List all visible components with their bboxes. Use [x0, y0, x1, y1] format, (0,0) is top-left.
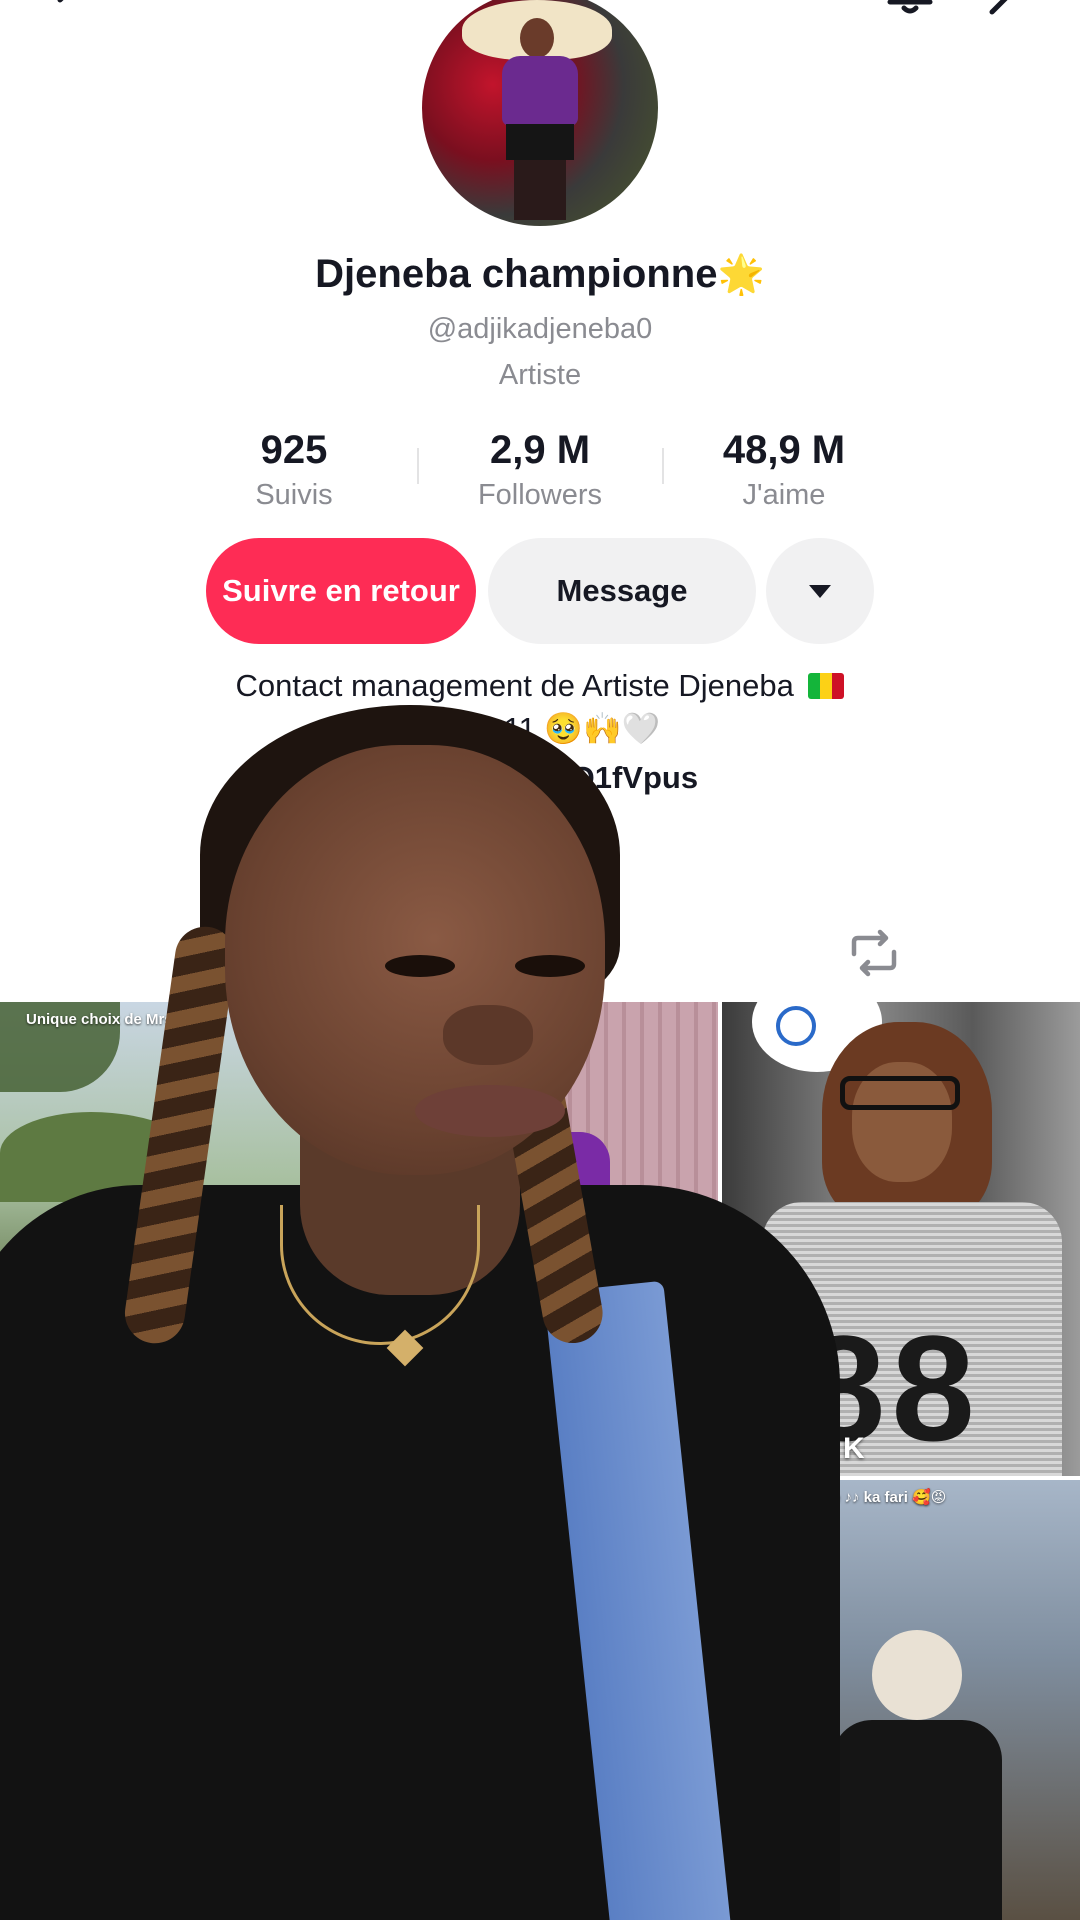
avatar-face [520, 18, 554, 58]
stat-followers[interactable]: 2,9 M Followers [430, 428, 650, 512]
message-button[interactable]: Message [488, 538, 756, 644]
followers-count: 2,9 M [489, 428, 591, 472]
avatar[interactable] [422, 0, 658, 226]
following-label: Suivis [255, 479, 333, 511]
stat-divider [417, 448, 419, 484]
follow-back-button[interactable]: Suivre en retour [206, 538, 476, 644]
mali-flag-icon [808, 673, 845, 699]
avatar-legs [514, 160, 566, 220]
likes-count: 48,9 M [722, 428, 846, 472]
display-name: Djeneba championne🌟 [0, 252, 1080, 297]
stat-likes[interactable]: 48,9 M J'aime [674, 428, 894, 512]
thumbnail-head [872, 1630, 962, 1720]
stat-following[interactable]: 925 Suivis [184, 428, 404, 512]
bio-line-1: Contact management de Artiste Djeneba [0, 668, 1080, 704]
overlay-lips [415, 1085, 565, 1137]
username-handle: @adjikadjeneba0 [427, 313, 653, 345]
share-icon[interactable] [980, 0, 1040, 30]
camera-overlay-person [0, 705, 860, 1920]
stat-divider [662, 448, 664, 484]
likes-label: J'aime [742, 479, 826, 511]
overlay-eye [385, 955, 455, 977]
more-options-button[interactable] [766, 538, 874, 644]
star-emoji: 🌟 [717, 254, 765, 296]
overlay-eye [515, 955, 585, 977]
back-icon[interactable] [40, 0, 100, 30]
overlay-face [225, 745, 605, 1175]
display-name-text: Djeneba championne [315, 252, 718, 296]
caret-down-icon [809, 584, 831, 598]
followers-label: Followers [477, 479, 603, 511]
bell-icon[interactable] [880, 0, 940, 30]
overlay-nose [443, 1005, 533, 1065]
following-count: 925 [260, 428, 328, 472]
avatar-skirt [506, 124, 574, 160]
bio-text: Contact management de Artiste Djeneba [235, 668, 794, 703]
profile-category: Artiste [498, 359, 582, 391]
avatar-top [502, 56, 578, 126]
